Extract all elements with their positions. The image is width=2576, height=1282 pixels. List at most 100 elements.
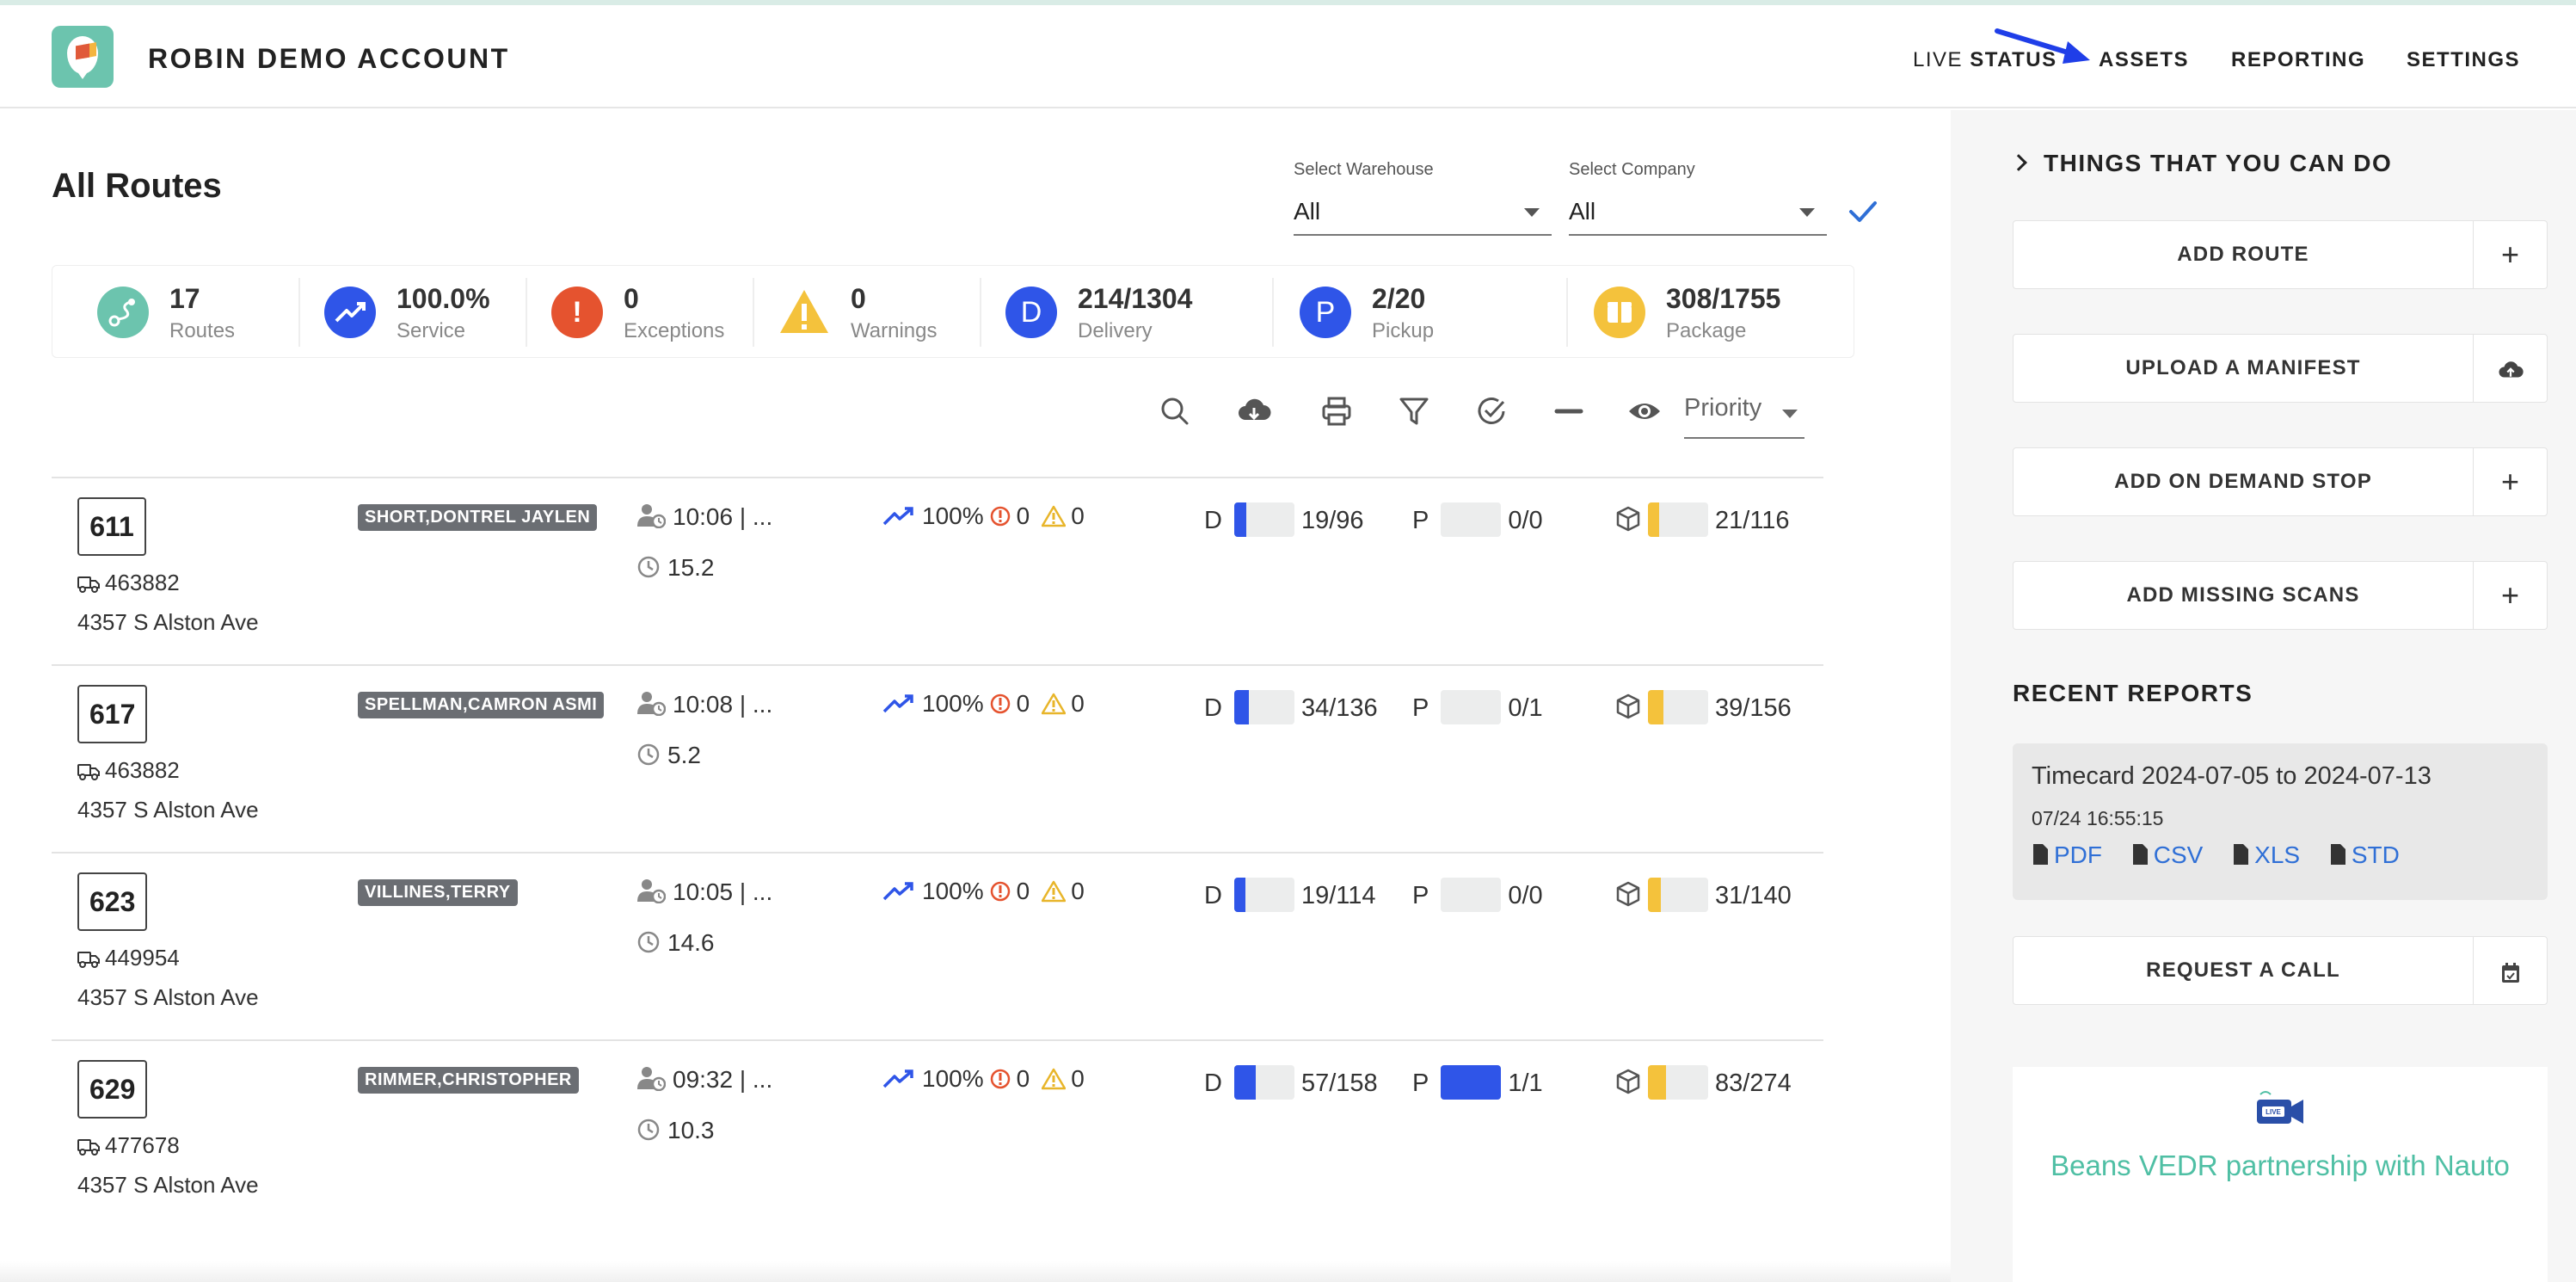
live-camera-icon: LIVE [2257,1091,2303,1124]
priority-sort-select[interactable]: Priority [1684,394,1804,439]
exclamation-circle-icon [990,506,1010,527]
link-label: XLS [2254,841,2301,868]
delivery-bar [1233,878,1294,912]
stat-value: 214/1304 [1078,283,1193,314]
plus-icon[interactable]: + [2473,448,2547,515]
driver-badge[interactable]: SHORT,DONTREL JAYLEN [358,504,598,531]
service-stats: 100% 0 0 [882,690,1085,718]
pickup-progress: P 0/0 [1412,878,1543,912]
nav-assets[interactable]: ASSETS [2099,48,2189,72]
package-box-icon [1616,881,1640,907]
delivery-d-label: D [1204,694,1222,722]
driver-clock-icon [637,1067,667,1092]
right-sidebar: THINGS THAT YOU CAN DO ADD ROUTE + UPLOA… [1951,110,2576,1282]
cloud-download-icon[interactable] [1237,394,1271,428]
app-logo[interactable] [52,26,114,88]
table-row[interactable]: 623 449954 4357 S Alston Ave VILLINES,TERRY… [52,852,1823,1039]
delivery-bar-fill [1233,878,1245,912]
nav-assets-label: ASSETS [2099,48,2190,71]
account-name: ROBIN DEMO ACCOUNT [148,43,510,74]
driver-badge[interactable]: SPELLMAN,CAMRON ASMI [358,692,605,718]
exclamation-circle-icon [990,1069,1010,1089]
apply-check-icon[interactable] [1847,196,1878,227]
delivery-d-icon: D [1005,287,1057,338]
nav-reporting[interactable]: REPORTING [2231,48,2365,72]
stat-label: Routes [169,319,236,342]
stat-label: Delivery [1078,319,1153,342]
promo-card[interactable]: LIVE Beans VEDR partnership with Nauto [2013,1067,2548,1282]
warning-count: 0 [1071,1065,1085,1092]
warning-count: 0 [1071,502,1085,529]
promo-text: Beans VEDR partnership with Nauto [2050,1149,2510,1181]
pickup-progress: P 0/1 [1412,690,1543,724]
calendar-icon[interactable] [2473,937,2547,1004]
file-pdf-icon [2033,844,2048,865]
route-number[interactable]: 611 [77,497,146,556]
exception-count: 0 [1016,878,1030,904]
eye-icon[interactable] [1627,394,1662,428]
package-progress: 39/156 [1615,690,1792,724]
plus-icon[interactable]: + [2473,221,2547,288]
report-link-xls[interactable]: XLS [2232,841,2300,868]
pickup-bar [1441,690,1502,724]
table-row[interactable]: 617 463882 4357 S Alston Ave SPELLMAN,CAMRO… [52,664,1823,852]
cloud-upload-icon[interactable] [2473,335,2547,402]
upload-manifest-button[interactable]: UPLOAD A MANIFEST [2013,334,2548,403]
vehicle-number: 463882 [105,757,180,783]
file-csv-icon [2132,844,2148,865]
route-number[interactable]: 629 [77,1060,148,1119]
nav-settings-label: SETTINGS [2407,48,2521,71]
file-excel-icon [2234,844,2249,865]
warehouse-select[interactable]: All [1294,191,1552,236]
table-row[interactable]: 629 477678 4357 S Alston Ave RIMMER,CHRISTO… [52,1039,1823,1227]
file-text-icon [2330,844,2345,865]
things-you-can-do-toggle[interactable]: THINGS THAT YOU CAN DO [2010,150,2392,177]
recent-report-card: Timecard 2024-07-05 to 2024-07-13 07/24 … [2013,743,2548,900]
print-icon[interactable] [1319,394,1354,428]
start-time: 10:08 | ... [636,690,772,718]
driver-clock-icon [637,879,667,904]
check-circle-icon[interactable] [1474,394,1509,428]
truck-icon [77,952,100,968]
plus-icon[interactable]: + [2473,562,2547,629]
link-label: PDF [2054,841,2102,868]
exception-count: 0 [1016,690,1030,717]
divider [298,278,300,347]
action-label: ADD MISSING SCANS [2126,583,2360,607]
report-link-pdf[interactable]: PDF [2032,841,2102,868]
duration-text: 5.2 [667,742,701,768]
report-link-csv[interactable]: CSV [2131,841,2203,868]
trending-up-icon [882,1069,913,1088]
stat-value: 100.0% [397,283,490,314]
divider [753,278,754,347]
clock-icon [637,931,660,953]
add-missing-scans-button[interactable]: ADD MISSING SCANS + [2013,561,2548,630]
search-icon[interactable] [1158,394,1192,428]
action-label: REQUEST A CALL [2146,958,2340,982]
minus-icon[interactable] [1552,394,1586,428]
add-route-button[interactable]: ADD ROUTE + [2013,220,2548,289]
link-label: STD [2351,841,2400,868]
driver-badge[interactable]: VILLINES,TERRY [358,879,518,906]
company-select[interactable]: All [1569,191,1827,236]
table-row[interactable]: 611 463882 4357 S Alston Ave SHORT,DONTREL … [52,477,1823,664]
package-bar-fill [1648,502,1659,537]
duration: 14.6 [636,929,715,957]
truck-icon [77,1139,100,1156]
chevron-right-icon [2010,154,2027,171]
exclamation-icon: ! [551,287,603,338]
package-bar-fill [1648,690,1663,724]
filter-icon[interactable] [1397,394,1431,428]
exception-count: 0 [1016,1065,1030,1092]
nav-settings[interactable]: SETTINGS [2407,48,2520,72]
pickup-count: 1/1 [1508,1069,1543,1097]
route-number[interactable]: 623 [77,872,148,931]
driver-badge[interactable]: RIMMER,CHRISTOPHER [358,1067,579,1094]
request-call-button[interactable]: REQUEST A CALL [2013,936,2548,1005]
route-number[interactable]: 617 [77,685,148,743]
report-link-std[interactable]: STD [2329,841,2400,868]
add-on-demand-stop-button[interactable]: ADD ON DEMAND STOP + [2013,447,2548,516]
truck-icon [77,764,100,780]
exception-count: 0 [1016,502,1030,529]
route-address: 4357 S Alston Ave [77,797,259,823]
